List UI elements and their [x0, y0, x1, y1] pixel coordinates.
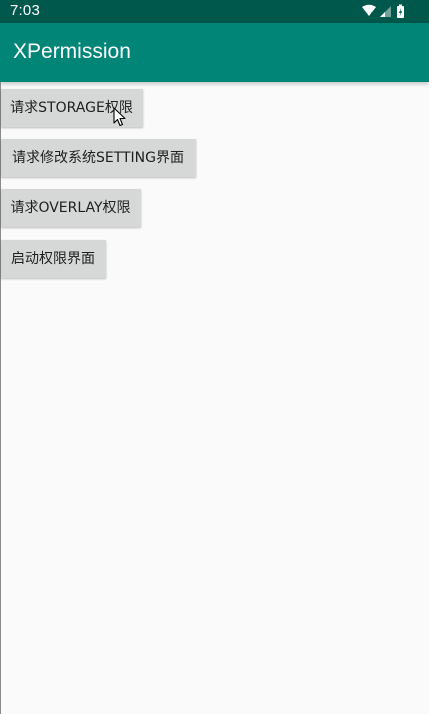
svg-text:x: x	[371, 11, 375, 18]
app-bar: XPermission	[0, 23, 429, 82]
status-time: 7:03	[10, 2, 40, 19]
app-title: XPermission	[13, 40, 131, 63]
request-overlay-permission-button[interactable]: 请求OVERLAY权限	[1, 189, 141, 227]
battery-icon	[397, 4, 404, 18]
wifi-icon: x	[362, 4, 376, 18]
open-permission-settings-button[interactable]: 启动权限界面	[1, 240, 106, 278]
status-bar: 7:03 x	[0, 0, 429, 23]
status-icons: x	[361, 4, 411, 19]
main-content: 请求STORAGE权限 请求修改系统SETTING界面 请求OVERLAY权限 …	[0, 82, 429, 714]
signal-icon	[380, 6, 391, 17]
request-write-settings-button[interactable]: 请求修改系统SETTING界面	[1, 139, 196, 177]
mouse-cursor-icon	[113, 107, 126, 127]
